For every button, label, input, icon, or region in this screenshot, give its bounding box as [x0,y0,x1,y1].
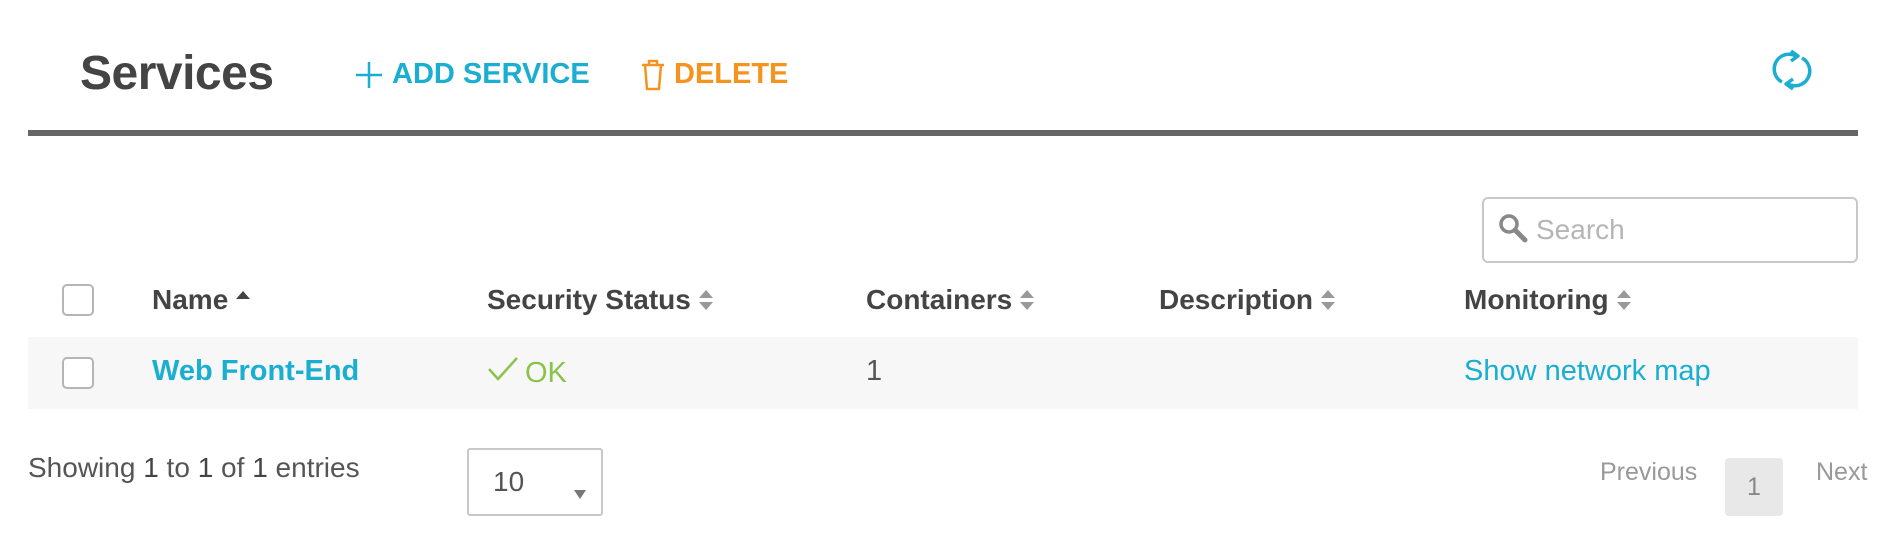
search-box[interactable] [1482,197,1858,263]
row-checkbox[interactable] [62,357,94,389]
add-service-button[interactable]: ADD SERVICE [354,58,590,91]
table-info: Showing 1 to 1 of 1 entries [28,452,360,483]
delete-label: DELETE [674,58,789,90]
service-name-link[interactable]: Web Front-End [152,355,359,388]
security-status-text: OK [525,356,567,389]
column-header-security-status[interactable]: Security Status [487,284,715,316]
add-service-label: ADD SERVICE [392,58,590,90]
table-row[interactable]: Web Front-End OK 1 Show network map [28,337,1858,409]
page-title: Services [80,47,274,100]
show-network-map-link[interactable]: Show network map [1464,355,1711,388]
delete-button[interactable]: DELETE [640,58,788,91]
column-header-monitoring[interactable]: Monitoring [1464,284,1633,316]
table-header: Name Security Status Containers Descript… [28,270,1858,334]
column-header-containers[interactable]: Containers [866,284,1036,316]
search-icon [1498,213,1528,248]
sort-icon [1615,287,1633,313]
checkmark-icon [487,355,519,391]
plus-icon [354,60,384,90]
column-header-name[interactable]: Name [152,284,252,316]
sort-ascending-icon [234,288,252,312]
search-input[interactable] [1536,214,1836,246]
page-length-select[interactable]: 10 [467,448,603,516]
sort-icon [1018,287,1036,313]
pagination-page-1[interactable]: 1 [1725,458,1783,516]
sort-icon [697,287,715,313]
page-length-value: 10 [493,466,525,497]
sort-icon [1319,287,1337,313]
trash-icon [640,59,666,91]
pagination-next[interactable]: Next [1816,458,1867,487]
security-status: OK [487,355,567,391]
column-header-description[interactable]: Description [1159,284,1337,316]
containers-count: 1 [866,355,883,387]
pagination-previous[interactable]: Previous [1600,458,1697,487]
header: Services ADD SERVICE DELETE [28,0,1858,136]
select-all-checkbox[interactable] [62,284,94,316]
dropdown-caret-icon [573,476,587,508]
refresh-icon[interactable] [1772,48,1812,97]
